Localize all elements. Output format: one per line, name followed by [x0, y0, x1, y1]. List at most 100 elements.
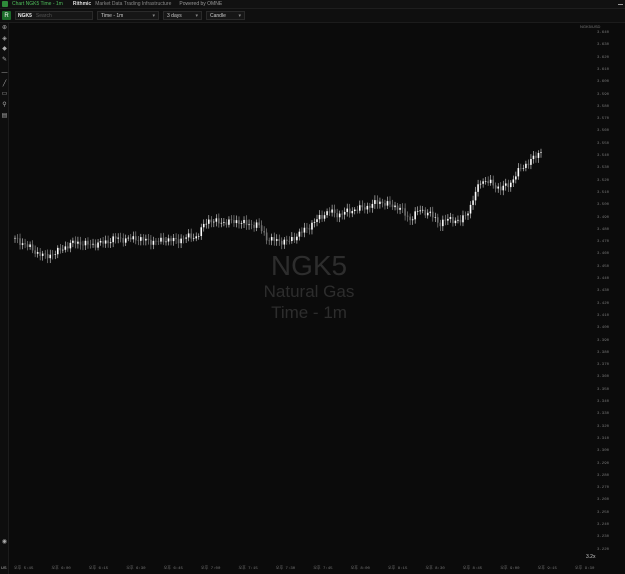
eye-icon[interactable]: ◉ — [1, 539, 8, 546]
candle-body — [364, 207, 366, 210]
candle-body — [97, 242, 99, 248]
app-icon — [2, 1, 8, 7]
time-axis-label: 오후 7:30 — [275, 567, 296, 571]
candle-body — [303, 227, 306, 233]
candle-body — [298, 231, 301, 237]
candle-body — [69, 242, 72, 249]
timeframe-dropdown[interactable]: Time - 1m ▾ — [97, 11, 159, 20]
price-axis-label: 3.470 — [597, 240, 610, 245]
candle-body — [331, 209, 333, 213]
candle-body — [104, 240, 107, 244]
candle-body — [112, 236, 114, 243]
candle-body — [472, 200, 474, 205]
candle-body — [235, 220, 238, 224]
candle-body — [482, 181, 484, 184]
price-chart[interactable] — [9, 23, 625, 574]
price-axis-label: 3.270 — [597, 486, 610, 491]
pencil-icon[interactable]: ✎ — [1, 57, 8, 64]
candle-body — [31, 244, 34, 251]
time-axis-label: 오후 7:00 — [201, 567, 221, 571]
zoom-icon[interactable]: ⊕ — [1, 25, 8, 32]
candle-body — [437, 217, 439, 223]
price-axis-label: 3.330 — [597, 412, 610, 417]
candle-body — [376, 200, 379, 204]
candle-body — [489, 179, 492, 184]
time-axis-label: 오후 8:15 — [388, 567, 408, 571]
range-dropdown[interactable]: 3 days ▾ — [163, 11, 202, 20]
app-logo-icon[interactable]: R — [2, 11, 11, 20]
candle-body — [459, 219, 462, 223]
candle-body — [391, 204, 394, 208]
candle-body — [389, 201, 391, 205]
price-axis-label: 3.460 — [597, 252, 610, 257]
candle-body — [127, 237, 130, 239]
text-tool-icon[interactable]: ▤ — [1, 113, 8, 120]
price-axis-label: 3.550 — [597, 141, 610, 146]
chart-area[interactable]: NGK5 Natural Gas Time - 1m — [9, 23, 625, 574]
candle-body — [182, 238, 185, 240]
candle-body — [157, 241, 160, 242]
layers-icon[interactable]: ◈ — [1, 36, 8, 43]
candle-body — [306, 227, 308, 229]
candle-body — [291, 237, 293, 241]
candle-body — [119, 237, 122, 239]
candle-body — [248, 224, 250, 226]
candle-body — [296, 236, 298, 241]
candle-body — [202, 223, 205, 228]
candle-body — [477, 184, 479, 192]
chevron-down-icon: ▾ — [152, 12, 155, 19]
zoom-level: 3.2x — [586, 554, 596, 560]
candle-body — [341, 213, 343, 215]
candle-body — [316, 219, 318, 222]
candle-body — [457, 219, 459, 221]
price-axis-label: 3.260 — [597, 498, 610, 503]
candle-body — [313, 221, 316, 223]
candle-body — [180, 238, 182, 244]
candle-body — [275, 239, 278, 241]
candle-body — [469, 204, 472, 214]
candle-body — [497, 186, 500, 189]
price-axis-label: 3.590 — [597, 92, 610, 97]
rectangle-icon[interactable]: ▭ — [1, 91, 8, 98]
price-axis-label: 3.640 — [597, 31, 610, 35]
powered-by: Powered by OMNE — [179, 1, 223, 7]
chart-type-dropdown[interactable]: Candle ▾ — [206, 11, 245, 20]
price-axis-label: 3.340 — [597, 400, 610, 404]
price-axis-label: 3.300 — [597, 449, 610, 454]
candle-body — [195, 236, 198, 239]
price-axis-label: 3.350 — [597, 387, 610, 392]
candle-body — [278, 239, 281, 242]
candle-body — [411, 219, 414, 221]
candle-body — [429, 211, 432, 213]
candle-body — [172, 237, 175, 242]
price-axis-label: 3.620 — [597, 55, 610, 60]
candle-body — [255, 222, 258, 228]
time-axis-label: 오후 9:00 — [500, 567, 520, 571]
price-axis-label: 3.430 — [597, 289, 610, 294]
horizontal-line-icon[interactable]: — — [1, 70, 8, 77]
candle-body — [228, 219, 230, 225]
candle-body — [44, 253, 47, 255]
candle-body — [240, 223, 243, 224]
candle-body — [280, 241, 283, 245]
minimize-icon[interactable] — [618, 3, 623, 5]
candle-body — [308, 228, 311, 230]
candle-body — [404, 208, 406, 216]
candle-body — [140, 237, 142, 241]
price-axis-label: 3.410 — [597, 313, 610, 318]
symbol-input[interactable]: NGK5 Search — [15, 11, 93, 20]
candle-body — [218, 218, 220, 224]
price-axis-label: 3.480 — [597, 227, 610, 232]
chart-type-value: Candle — [210, 12, 226, 19]
candle-body — [540, 152, 542, 153]
fib-icon[interactable]: ⚲ — [1, 102, 8, 109]
price-axis-label: 3.400 — [597, 326, 610, 331]
trend-line-icon[interactable]: ╱ — [1, 81, 8, 88]
candle-body — [260, 225, 263, 232]
candle-body — [333, 209, 336, 214]
candle-body — [434, 217, 437, 218]
drop-icon[interactable]: ◆ — [1, 46, 8, 53]
time-axis-label: 오후 6:30 — [126, 567, 146, 571]
candle-body — [406, 215, 409, 217]
candle-body — [250, 224, 253, 225]
